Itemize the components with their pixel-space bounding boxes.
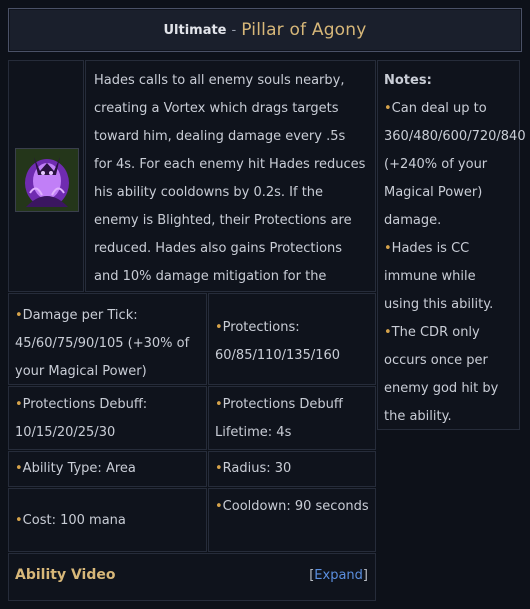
stat-cooldown: •Cooldown: 90 seconds (208, 488, 376, 552)
stat-text: Protections Debuff Lifetime: 4s (215, 397, 343, 440)
bullet-icon: • (215, 397, 223, 412)
icon-cell (8, 60, 84, 292)
hades-ultimate-icon (15, 148, 79, 212)
ability-video-label: Ability Video (15, 567, 116, 583)
ability-description-cell: Hades calls to all enemy souls nearby, c… (85, 60, 376, 312)
header-separator: - (231, 22, 237, 38)
stat-text: Ability Type: Area (22, 461, 136, 476)
notes-cell: Notes: •Can deal up to 360/480/600/720/8… (377, 60, 526, 431)
ability-video-bar: Ability Video [Expand] (8, 553, 376, 601)
note-text: Hades is CC immune while using this abil… (384, 241, 494, 312)
ability-slot-label: Ultimate (163, 22, 227, 38)
note-item: •Hades is CC immune while using this abi… (384, 235, 513, 319)
expand-link[interactable]: Expand (314, 568, 363, 583)
ability-header: Ultimate - Pillar of Agony (8, 8, 522, 52)
bullet-icon: • (215, 320, 223, 335)
stat-ability-type: •Ability Type: Area (8, 451, 207, 487)
note-item: •The CDR only occurs once per enemy god … (384, 319, 513, 431)
note-text: Can deal up to 360/480/600/720/840 (+240… (384, 101, 526, 228)
note-item: •Can deal up to 360/480/600/720/840 (+24… (384, 95, 526, 235)
stat-protections-debuff-lifetime: •Protections Debuff Lifetime: 4s (208, 386, 376, 450)
stat-radius: •Radius: 30 (208, 451, 376, 487)
notes-heading: Notes: (384, 73, 432, 88)
ability-card: Ultimate - Pillar of Agony Hades calls t… (0, 0, 530, 609)
expand-close-bracket: ] (362, 568, 368, 583)
stat-cost: •Cost: 100 mana (8, 488, 207, 552)
bullet-icon: • (215, 461, 223, 476)
bullet-icon: • (384, 101, 392, 116)
bullet-icon: • (215, 499, 223, 514)
stat-text: Radius: 30 (222, 461, 292, 476)
bullet-icon: • (15, 461, 23, 476)
bullet-icon: • (15, 308, 23, 323)
bullet-icon: • (15, 513, 23, 528)
ability-description: Hades calls to all enemy souls nearby, c… (94, 73, 366, 312)
bullet-icon: • (384, 325, 392, 340)
stat-text: Protections: 60/85/110/135/160 (215, 320, 341, 363)
note-text: The CDR only occurs once per enemy god h… (384, 325, 499, 424)
stat-protections-debuff: •Protections Debuff: 10/15/20/25/30 (8, 386, 207, 450)
stat-text: Cooldown: 90 seconds (222, 499, 369, 514)
stat-text: Protections Debuff: 10/15/20/25/30 (15, 397, 148, 440)
stat-text: Cost: 100 mana (22, 513, 126, 528)
expand-toggle[interactable]: [Expand] (309, 568, 368, 583)
stat-text: Damage per Tick: 45/60/75/90/105 (+30% o… (15, 308, 190, 379)
bullet-icon: • (15, 397, 23, 412)
ability-title: Pillar of Agony (241, 20, 367, 40)
stat-damage-per-tick: •Damage per Tick: 45/60/75/90/105 (+30% … (8, 293, 207, 385)
bullet-icon: • (384, 241, 392, 256)
stat-protections: •Protections: 60/85/110/135/160 (208, 293, 376, 385)
